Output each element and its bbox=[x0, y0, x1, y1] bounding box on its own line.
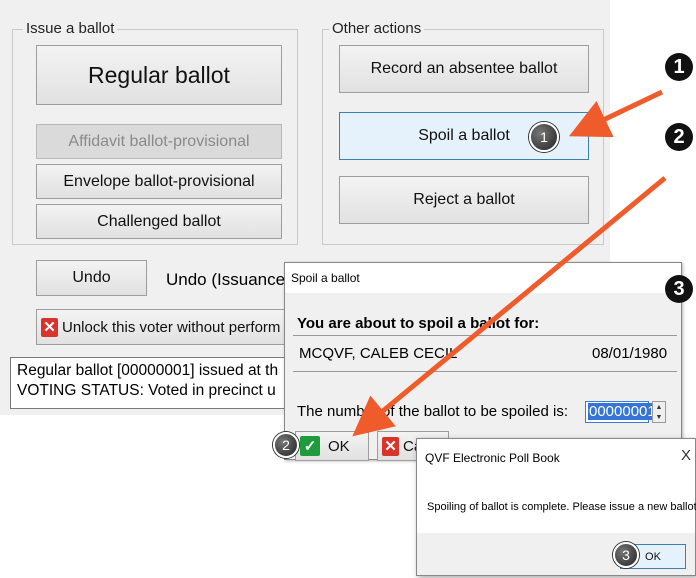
arrow-to-spoil-button bbox=[568, 89, 664, 138]
arrow-to-ok-button bbox=[352, 176, 667, 437]
annotation-arrows bbox=[352, 89, 667, 437]
